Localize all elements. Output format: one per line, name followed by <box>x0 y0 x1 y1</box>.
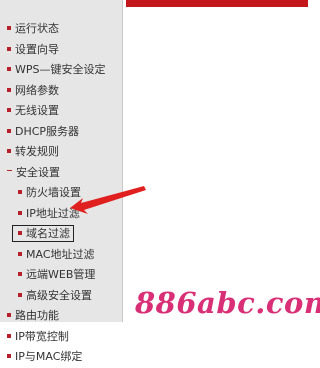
bullet-icon <box>7 354 11 358</box>
sidebar-subitem[interactable]: 远端WEB管理 <box>0 265 122 286</box>
sidebar-item[interactable]: WPS—键安全设定 <box>0 60 122 81</box>
bullet-icon <box>18 292 22 297</box>
sidebar-item[interactable]: 无线设置 <box>0 101 122 122</box>
collapse-icon <box>7 170 12 171</box>
sidebar-item[interactable]: 网络参数 <box>0 81 122 102</box>
sidebar-item-label: 路由功能 <box>15 309 59 322</box>
sidebar-item-label: 远端WEB管理 <box>26 268 96 281</box>
sidebar-item[interactable]: 运行状态 <box>0 19 122 40</box>
sidebar-item-label: DHCP服务器 <box>15 124 80 138</box>
bullet-icon <box>18 231 22 235</box>
bullet-icon <box>18 190 22 194</box>
bullet-icon <box>7 149 11 153</box>
bullet-icon <box>7 128 11 133</box>
sidebar-subitem[interactable]: 域名过滤 <box>0 224 122 245</box>
sidebar-subitem[interactable]: MAC地址过滤 <box>0 245 122 266</box>
sidebar-item-label: 高级安全设置 <box>26 288 92 302</box>
bullet-icon <box>7 67 11 71</box>
sidebar-item[interactable]: DHCP服务器 <box>0 122 122 143</box>
sidebar-item[interactable]: 设置向导 <box>0 40 122 61</box>
sidebar-item[interactable]: IP与MAC绑定 <box>0 347 122 368</box>
sidebar-item-label: IP与MAC绑定 <box>15 350 83 363</box>
sidebar-item-label: 无线设置 <box>15 104 59 117</box>
header-red-bar <box>126 0 308 7</box>
bullet-icon <box>18 272 22 276</box>
sidebar-item[interactable]: 安全设置 <box>0 163 122 184</box>
sidebar-item-label: 域名过滤 <box>26 227 70 240</box>
sidebar-item[interactable]: 转发规则 <box>0 142 122 163</box>
bullet-icon <box>7 87 11 92</box>
sidebar-item-label: 运行状态 <box>15 22 59 35</box>
bullet-icon <box>7 46 11 51</box>
watermark-text: 886abc.com <box>135 286 320 320</box>
sidebar-item[interactable]: IP带宽控制 <box>0 327 122 348</box>
bullet-icon <box>18 210 22 215</box>
sidebar-item-label: 设置向导 <box>15 42 59 56</box>
sidebar: 运行状态设置向导 WPS—键安全设定 网络参数无线设置 DHCP服务器 转发规则安全设置… <box>0 0 123 363</box>
sidebar-subitem[interactable]: 高级安全设置 <box>0 286 122 307</box>
bullet-icon <box>7 108 11 112</box>
sidebar-item-label: WPS—键安全设定 <box>15 63 106 76</box>
sidebar-item-label: 网络参数 <box>15 83 59 97</box>
sidebar-item-label: MAC地址过滤 <box>26 247 95 261</box>
sidebar-item[interactable]: 路由功能 <box>0 306 122 327</box>
bullet-icon <box>7 313 11 317</box>
bullet-icon <box>7 26 11 30</box>
sidebar-item-label: 转发规则 <box>15 145 59 158</box>
sidebar-item-label: 安全设置 <box>16 165 60 179</box>
bullet-icon <box>18 251 22 256</box>
bullet-icon <box>7 333 11 338</box>
red-arrow-annotation <box>70 186 146 214</box>
sidebar-item-label: IP带宽控制 <box>15 329 69 343</box>
